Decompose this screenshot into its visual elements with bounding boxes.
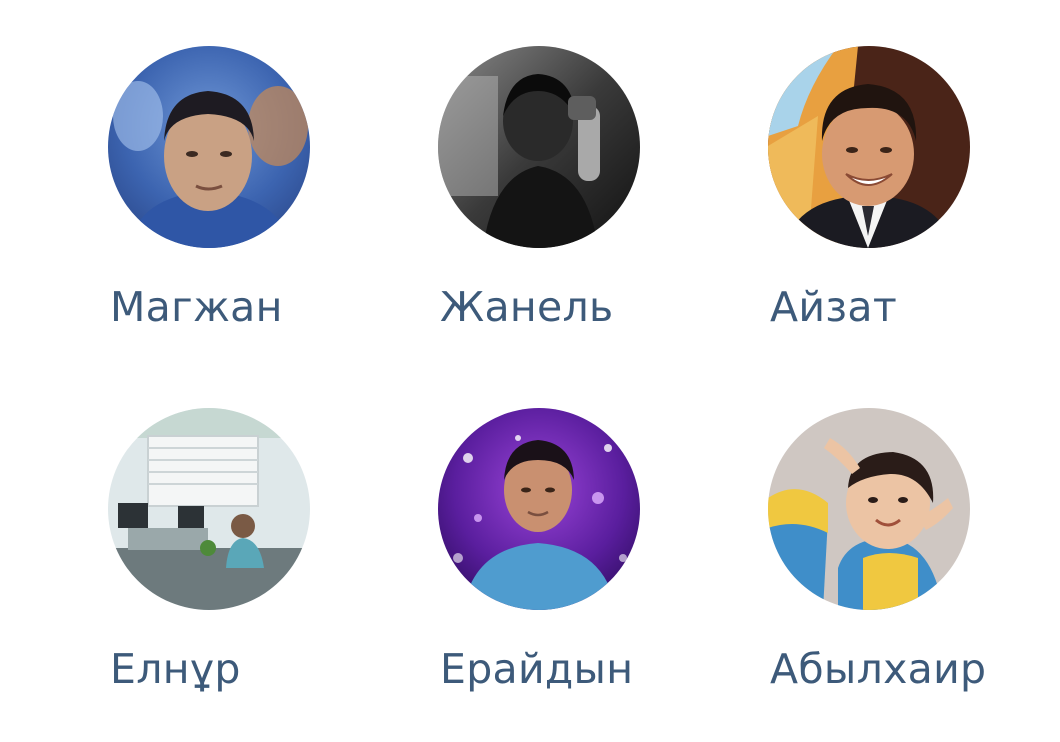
person-photo-icon	[108, 46, 310, 248]
person-photo-icon	[768, 46, 970, 248]
friend-name[interactable]: Елнұр	[110, 644, 241, 694]
child-photo-icon	[768, 408, 970, 610]
avatar[interactable]	[768, 408, 970, 610]
person-photo-icon	[438, 408, 640, 610]
avatar[interactable]	[768, 46, 970, 248]
avatar[interactable]	[108, 46, 310, 248]
friend-name[interactable]: Магжан	[110, 282, 283, 332]
person-photo-icon	[438, 46, 640, 248]
friend-name[interactable]: Абылхаир	[770, 644, 986, 694]
friend-name[interactable]: Айзат	[770, 282, 897, 332]
friends-grid: Магжан Жанель Айзат Елнұр Ерайдын Абылха…	[0, 0, 1060, 742]
office-photo-icon	[108, 408, 310, 610]
avatar[interactable]	[438, 46, 640, 248]
friend-name[interactable]: Жанель	[440, 282, 614, 332]
avatar[interactable]	[438, 408, 640, 610]
friend-name[interactable]: Ерайдын	[440, 644, 633, 694]
avatar[interactable]	[108, 408, 310, 610]
